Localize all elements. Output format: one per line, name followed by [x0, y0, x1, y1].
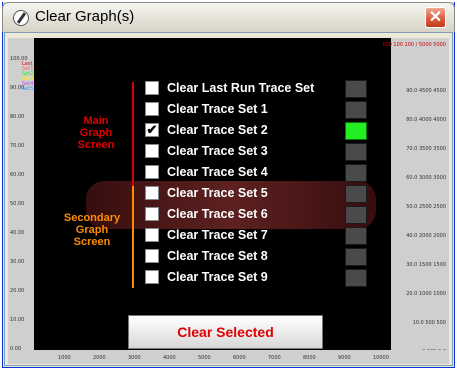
trace-indicator	[345, 206, 367, 224]
group-label-line: Screen	[77, 139, 115, 151]
trace-row[interactable]: Clear Trace Set 4	[145, 164, 355, 182]
trace-checkbox[interactable]	[145, 102, 159, 116]
y-tick-label: 30.00	[10, 259, 25, 265]
trace-row[interactable]: ✔ Clear Trace Set 2	[145, 122, 355, 140]
secondary-y-tick-label: 80.0 4000 4000	[406, 117, 446, 123]
trace-label: Clear Trace Set 5	[167, 186, 268, 200]
trace-checkbox[interactable]	[145, 249, 159, 263]
group-label-line: Graph	[75, 224, 109, 236]
trace-label: Clear Trace Set 6	[167, 207, 268, 221]
group-label-line: Graph	[79, 127, 113, 139]
x-tick-label: 3000	[128, 355, 141, 361]
trace-row[interactable]: Clear Trace Set 7	[145, 227, 355, 245]
trace-indicator	[345, 143, 367, 161]
y-tick-label: 10.00	[10, 317, 25, 323]
x-tick-label: 5000	[198, 355, 211, 361]
trace-indicator	[345, 269, 367, 287]
title-bar[interactable]: Clear Graph(s) ✕	[2, 2, 455, 32]
secondary-y-axis: 100 100 100 / 5000 5000 90.0 4500 4500 80…	[382, 38, 449, 364]
trace-checkbox[interactable]	[145, 144, 159, 158]
trace-checkbox[interactable]	[145, 207, 159, 221]
trace-row[interactable]: Clear Trace Set 1	[145, 101, 355, 119]
trace-label: Clear Trace Set 1	[167, 102, 268, 116]
secondary-graph-screen-label: Secondary Graph Screen	[52, 212, 132, 248]
trace-label: Clear Trace Set 7	[167, 228, 268, 242]
trace-checkbox[interactable]	[145, 186, 159, 200]
checkmark-icon: ✔	[146, 122, 158, 137]
y-tick-label: 70.00	[10, 143, 25, 149]
graph-legend: Last Set1 Set2 Set3 Set4 Set5	[22, 62, 33, 92]
trace-row[interactable]: Clear Last Run Trace Set	[145, 80, 355, 98]
trace-indicator	[345, 122, 367, 140]
trace-checkbox[interactable]	[145, 270, 159, 284]
y-tick-label: 60.00	[10, 172, 25, 178]
trace-checkbox[interactable]	[145, 228, 159, 242]
trace-label: Clear Trace Set 9	[167, 270, 268, 284]
trace-label: Clear Trace Set 4	[167, 165, 268, 179]
secondary-y-tick-label: 60.0 3000 3000	[406, 175, 446, 181]
trace-indicator	[345, 80, 367, 98]
trace-row[interactable]: Clear Trace Set 5	[145, 185, 355, 203]
x-tick-label: 7000	[268, 355, 281, 361]
y-tick-label: 50.00	[10, 201, 25, 207]
x-tick-label: 8000	[303, 355, 316, 361]
x-tick-label: 2000	[93, 355, 106, 361]
clear-selected-button[interactable]: Clear Selected	[128, 315, 323, 349]
main-group-bracket	[132, 82, 134, 186]
x-tick-label: 4000	[163, 355, 176, 361]
x-tick-label: 10000	[373, 355, 389, 361]
x-tick-label: 6000	[233, 355, 246, 361]
x-tick-label: 9000	[338, 355, 351, 361]
trace-label: Clear Last Run Trace Set	[167, 81, 315, 95]
trace-label: Clear Trace Set 8	[167, 249, 268, 263]
secondary-y-tick-label: 70.0 3500 3500	[406, 146, 446, 152]
trace-checkbox[interactable]	[145, 165, 159, 179]
trace-row[interactable]: Clear Trace Set 6	[145, 206, 355, 224]
group-label-line: Secondary	[63, 212, 121, 224]
y-tick-label: 20.00	[10, 288, 25, 294]
secondary-group-bracket	[132, 186, 134, 288]
app-icon	[13, 10, 29, 26]
trace-row[interactable]: Clear Trace Set 9	[145, 269, 355, 287]
secondary-y-tick-label: 30.0 1500 1500	[406, 262, 446, 268]
window-title: Clear Graph(s)	[35, 8, 135, 25]
trace-indicator	[345, 101, 367, 119]
trace-indicator	[345, 185, 367, 203]
close-icon: ✕	[428, 9, 443, 26]
trace-indicator	[345, 164, 367, 182]
group-label-line: Main	[83, 115, 109, 127]
trace-row[interactable]: Clear Trace Set 3	[145, 143, 355, 161]
y-tick-label: 40.00	[10, 230, 25, 236]
secondary-y-tick-label: 10.0 500 500	[412, 320, 446, 326]
y-tick-label: 80.00	[10, 114, 25, 120]
trace-checkbox[interactable]	[145, 81, 159, 95]
trace-checkbox[interactable]: ✔	[145, 123, 159, 137]
secondary-y-tick-label: 20.0 1000 1000	[406, 291, 446, 297]
x-tick-label: 1000	[58, 355, 71, 361]
trace-row[interactable]: Clear Trace Set 8	[145, 248, 355, 266]
trace-indicator	[345, 248, 367, 266]
secondary-y-tick-label: 90.0 4500 4500	[406, 88, 446, 94]
secondary-y-tick-label: 50.0 2500 2500	[406, 204, 446, 210]
trace-label: Clear Trace Set 2	[167, 123, 268, 137]
main-graph-screen-label: Main Graph Screen	[60, 115, 132, 151]
group-label-line: Screen	[73, 236, 111, 248]
close-button[interactable]: ✕	[425, 7, 446, 28]
secondary-axis-header: 100 100 100 / 5000 5000	[382, 42, 446, 48]
legend-entry: Set5	[22, 86, 34, 92]
trace-label: Clear Trace Set 3	[167, 144, 268, 158]
x-axis: 1000 2000 3000 4000 5000 6000 7000 8000 9000 1000…	[8, 350, 449, 364]
trace-indicator	[345, 227, 367, 245]
secondary-y-tick-label: 40.0 2000 2000	[406, 233, 446, 239]
